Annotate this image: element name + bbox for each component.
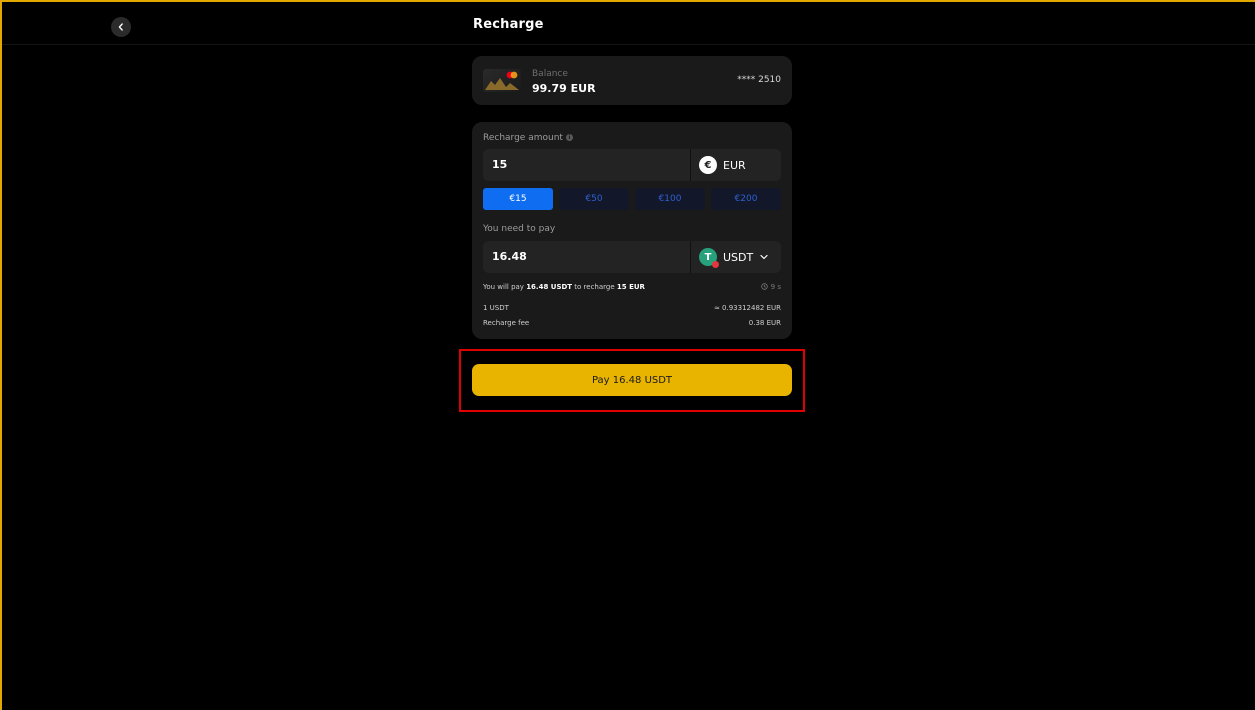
preset-chip-100[interactable]: €100 [635,188,705,210]
summary-prefix: You will pay [483,283,527,291]
rate-left: 1 USDT [483,304,509,312]
euro-coin-icon: € [699,156,717,174]
pay-amount-field: T USDT [483,241,781,273]
card-number: **** 2510 [737,75,781,85]
quote-timer: 9 s [760,283,781,291]
recharge-amount-label-text: Recharge amount [483,133,563,143]
summary-middle: to recharge [572,283,617,291]
preset-amounts: €15 €50 €100 €200 [483,188,781,210]
amount-currency: € EUR [699,149,746,181]
preset-chip-200[interactable]: €200 [711,188,781,210]
chevron-down-icon [760,254,768,260]
recharge-amount-field: € EUR [483,149,781,181]
clock-icon [760,283,768,290]
pay-amount-input[interactable] [492,241,682,273]
top-bar: Recharge [2,2,1255,45]
card-art-icon [485,71,519,90]
fee-label: Recharge fee [483,319,530,327]
usdt-coin-icon: T [699,248,719,268]
summary-amount: 16.48 USDT [526,283,573,291]
info-icon[interactable]: i [565,134,573,141]
balance-card: Balance 99.79 EUR **** 2510 [472,56,792,105]
field-divider [690,241,691,273]
summary-target: 15 EUR [616,283,645,291]
exchange-rate-row: 1 USDT ≈ 0.93312482 EUR [483,304,781,312]
page-title: Recharge [473,17,544,32]
field-divider [690,149,691,181]
preset-chip-50[interactable]: €50 [559,188,629,210]
amount-currency-label: EUR [723,158,746,172]
pay-label: You need to pay [483,224,556,234]
preset-chip-15[interactable]: €15 [483,188,553,210]
fee-value: 0.38 EUR [748,319,781,327]
payment-summary-row: You will pay 16.48 USDT to recharge 15 E… [483,283,781,291]
bank-card-thumbnail [483,69,521,92]
chevron-left-icon [118,23,123,31]
recharge-card: Recharge amounti € EUR €15 €50 €100 €200… [472,122,792,339]
payment-summary: You will pay 16.48 USDT to recharge 15 E… [483,283,645,291]
balance-label: Balance [532,69,568,79]
recharge-fee-row: Recharge fee 0.38 EUR [483,319,781,327]
timer-value: 9 s [770,283,781,291]
rate-right: ≈ 0.93312482 EUR [713,304,781,312]
balance-value: 99.79 EUR [532,82,596,95]
back-button[interactable] [111,17,131,37]
network-badge-icon [712,261,719,268]
pay-currency-select[interactable]: T USDT [699,241,769,273]
recharge-amount-label: Recharge amount i [483,133,573,143]
pay-button[interactable]: Pay 16.48 USDT [472,364,792,396]
recharge-amount-input[interactable] [492,149,682,181]
pay-currency-label: USDT [723,250,754,264]
